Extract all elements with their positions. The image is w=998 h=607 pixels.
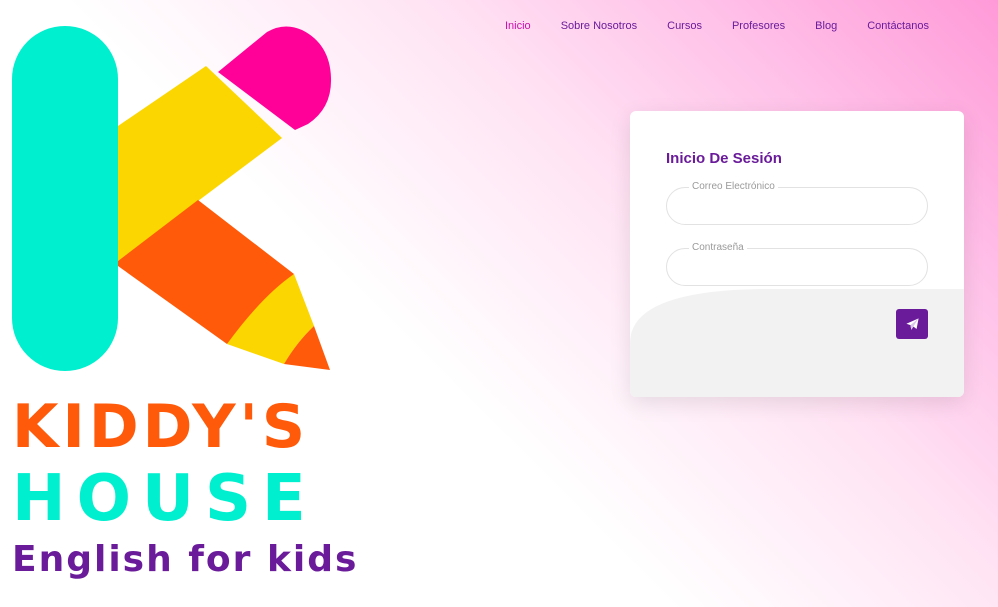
email-field[interactable] [683,197,915,219]
brand-name-line2: HOUSE [12,462,317,536]
nav-item-inicio[interactable]: Inicio [505,20,531,32]
paper-plane-icon [905,317,919,330]
nav-item-blog[interactable]: Blog [815,20,837,32]
nav-item-profesores[interactable]: Profesores [732,20,785,32]
password-label: Contraseña [689,242,747,254]
password-field-wrapper: Contraseña [666,242,928,286]
login-title: Inicio De Sesión [666,150,782,167]
nav-item-contactanos[interactable]: Contáctanos [867,20,929,32]
nav-item-cursos[interactable]: Cursos [667,20,702,32]
brand-name-line1: KIDDY'S [12,392,310,462]
nav-item-sobre-nosotros[interactable]: Sobre Nosotros [561,20,637,32]
password-field[interactable] [683,258,915,280]
brand-tagline: English for kids [12,539,359,580]
main-nav: Inicio Sobre Nosotros Cursos Profesores … [505,20,929,32]
email-field-wrapper: Correo Electrónico [666,181,928,225]
login-card: Inicio De Sesión Correo Electrónico Cont… [630,111,964,397]
email-label: Correo Electrónico [689,181,778,193]
submit-button[interactable] [896,309,928,339]
